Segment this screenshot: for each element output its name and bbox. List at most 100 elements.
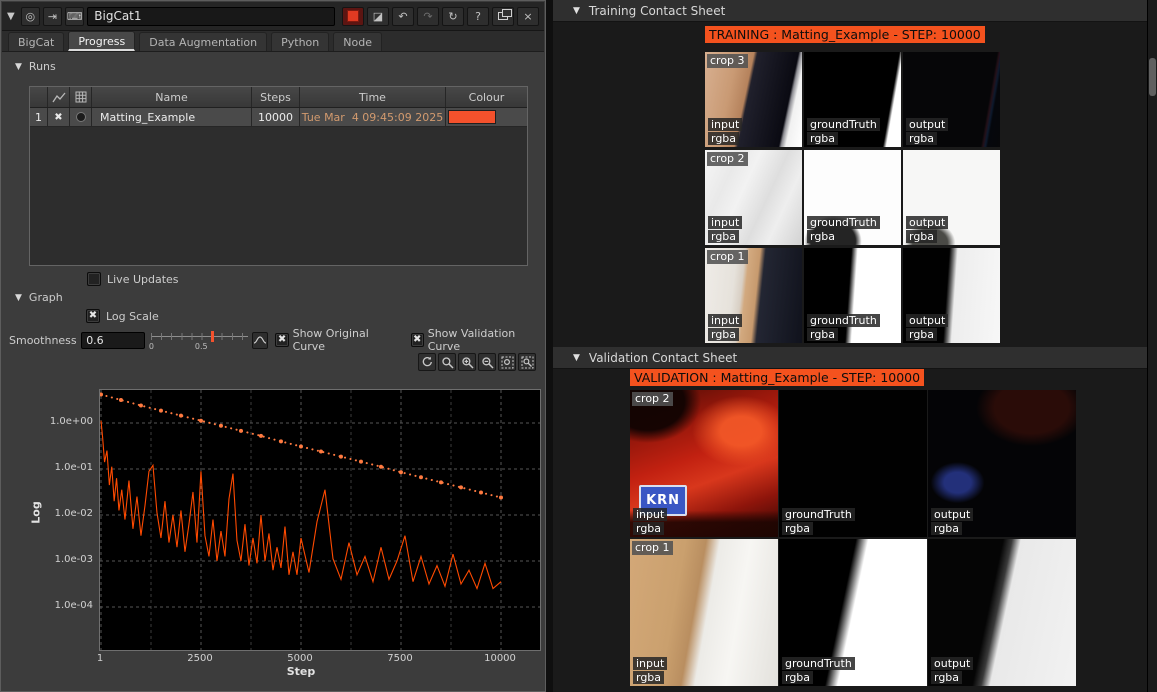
validation-point (239, 429, 243, 433)
slider-tick-0: 0 (149, 342, 154, 351)
select-run-cell[interactable] (70, 108, 92, 126)
image-caption: inputrgba (708, 314, 742, 341)
smoothness-input[interactable] (81, 332, 145, 349)
curve-editor-icon (254, 335, 266, 345)
run-colour-swatch[interactable] (448, 110, 496, 124)
log-scale-checkbox[interactable]: ✖ (86, 309, 100, 323)
graph-section-header[interactable]: ▼ Graph (15, 291, 63, 304)
loss-plot[interactable] (99, 389, 541, 651)
tab-python[interactable]: Python (271, 32, 329, 51)
image-caption: groundTruthrgba (782, 657, 855, 684)
screen: ▼ ◎ ⇥ ⌨ ◪ ↶ ↷ ↻ ? × BigCat Progress Data… (0, 0, 1157, 692)
scrollbar-thumb[interactable] (1149, 58, 1156, 96)
smoothness-slider[interactable]: 0 0.5 (151, 329, 248, 351)
validation-point (159, 409, 163, 413)
caption-role: output (906, 314, 948, 327)
tab-progress[interactable]: Progress (68, 31, 135, 51)
colour-column-header: Colour (446, 87, 525, 107)
caption-role: input (708, 118, 742, 131)
show-original-checkbox[interactable]: ✖ (275, 333, 288, 347)
live-updates-checkbox[interactable] (87, 272, 101, 286)
y-tick-label: 1.0e-02 (35, 508, 93, 519)
validation-sheet-header[interactable]: ▼ Validation Contact Sheet (553, 347, 1157, 369)
reset-zoom-icon[interactable] (418, 353, 436, 371)
grid-column-header (70, 87, 92, 107)
show-validation-checkbox[interactable]: ✖ (411, 333, 424, 347)
image-caption: groundTruthrgba (807, 118, 880, 145)
validation-point (139, 404, 143, 408)
show-validation-label: Show Validation Curve (428, 327, 545, 353)
validation-point (339, 455, 343, 459)
curve-column-header (48, 87, 70, 107)
caption-channels: rgba (807, 328, 838, 341)
v-crop-1-output-thumbnail: outputrgba (928, 539, 1076, 686)
focus-node-icon[interactable]: ◎ (21, 7, 40, 26)
caption-channels: rgba (906, 328, 937, 341)
validation-point (399, 470, 403, 474)
shortcuts-icon[interactable]: ⌨ (65, 7, 84, 26)
image-caption: inputrgba (708, 216, 742, 243)
validation-point (439, 480, 443, 484)
v-crop-1-groundTruth-thumbnail: groundTruthrgba (779, 539, 927, 686)
image-caption: inputrgba (708, 118, 742, 145)
undo-icon[interactable]: ↶ (392, 7, 414, 26)
close-panel-button[interactable]: × (517, 7, 539, 26)
t-crop-1-output-thumbnail: outputrgba (903, 248, 1000, 343)
delete-run-icon[interactable]: ✖ (54, 112, 62, 123)
show-original-label: Show Original Curve (293, 327, 400, 353)
time-column-header: Time (300, 87, 446, 107)
t-crop-2-output-thumbnail: outputrgba (903, 150, 1000, 245)
t-crop-1-input-thumbnail: crop 1inputrgba (705, 248, 802, 343)
check-mark-icon: ✖ (413, 335, 421, 345)
validation-point (419, 475, 423, 479)
tab-data-augmentation[interactable]: Data Augmentation (139, 32, 267, 51)
crop-label: crop 1 (632, 541, 673, 555)
x-tick-label: 2500 (175, 653, 225, 664)
zoom-in-icon[interactable] (458, 353, 476, 371)
caption-channels: rgba (782, 671, 813, 684)
graph-collapse-icon[interactable]: ▼ (15, 293, 22, 303)
titlebar-actions: ◪ ↶ ↷ ↻ ? × (342, 7, 539, 26)
caption-role: groundTruth (807, 216, 880, 229)
radio-icon[interactable] (76, 112, 86, 122)
tab-node[interactable]: Node (333, 32, 382, 51)
tab-bigcat[interactable]: BigCat (8, 32, 64, 51)
runs-section-header[interactable]: ▼ Runs (15, 60, 56, 73)
crop-label: crop 3 (707, 54, 748, 68)
training-collapse-icon[interactable]: ▼ (573, 6, 580, 16)
validation-point (219, 424, 223, 428)
curve-editor-button[interactable] (252, 332, 268, 349)
caption-role: input (708, 216, 742, 229)
run-row[interactable]: 1 ✖ Matting_Example 10000 Tue Mar 4 09:4… (30, 108, 527, 127)
run-colour-cell[interactable] (446, 108, 525, 126)
zoom-region-icon[interactable] (438, 353, 456, 371)
validation-sheet-title: VALIDATION : Matting_Example - STEP: 100… (630, 369, 924, 386)
check-mark-icon: ✖ (89, 311, 97, 321)
zoom-horizontal-icon[interactable] (498, 353, 516, 371)
vertical-scrollbar[interactable] (1147, 0, 1157, 692)
slider-handle[interactable] (211, 331, 214, 342)
caption-role: output (906, 216, 948, 229)
redo-icon[interactable]: ↷ (417, 7, 439, 26)
validation-point (99, 392, 103, 396)
postage-stamp-icon[interactable]: ◪ (367, 7, 389, 26)
image-caption: groundTruthrgba (807, 216, 880, 243)
zoom-out-icon[interactable] (478, 353, 496, 371)
revert-icon[interactable]: ↻ (442, 7, 464, 26)
collapse-triangle-icon[interactable]: ▼ (7, 11, 15, 22)
validation-point (499, 496, 503, 500)
zoom-vertical-icon[interactable] (518, 353, 536, 371)
runs-collapse-icon[interactable]: ▼ (15, 62, 22, 72)
training-sheet-header[interactable]: ▼ Training Contact Sheet (553, 0, 1157, 22)
node-color-button[interactable] (342, 7, 364, 26)
float-window-button[interactable] (492, 7, 514, 26)
validation-point (459, 485, 463, 489)
pin-panel-icon[interactable]: ⇥ (43, 7, 62, 26)
x-tick-label: 1 (75, 653, 125, 664)
tab-bar: BigCat Progress Data Augmentation Python… (2, 31, 544, 52)
validation-collapse-icon[interactable]: ▼ (573, 353, 580, 363)
node-name-input[interactable] (87, 7, 335, 26)
help-button[interactable]: ? (467, 7, 489, 26)
delete-run-cell[interactable]: ✖ (48, 108, 70, 126)
image-caption: outputrgba (931, 657, 973, 684)
